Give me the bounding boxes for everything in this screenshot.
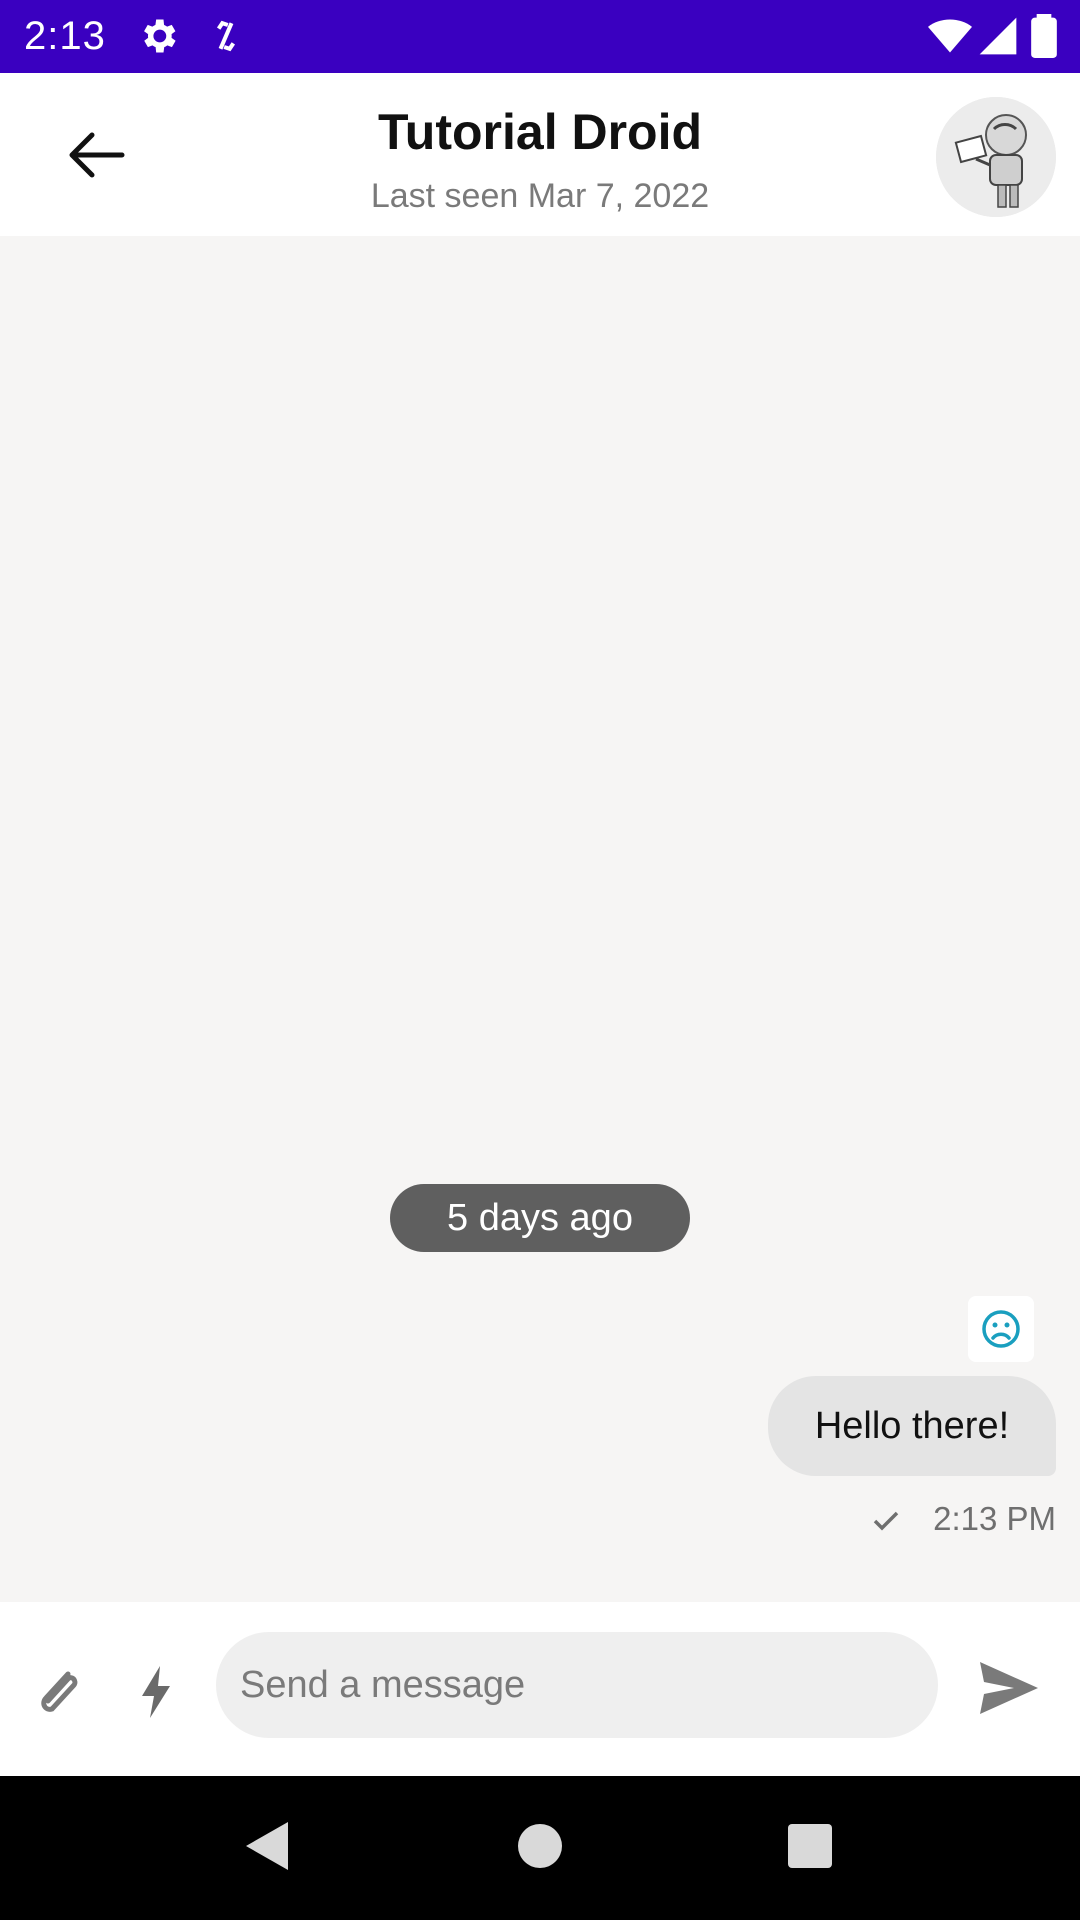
paperclip-icon [41, 1671, 78, 1712]
check-icon [873, 1511, 899, 1531]
status-time: 2:13 [24, 14, 106, 58]
recents-square-icon [788, 1824, 832, 1868]
back-triangle-icon [246, 1822, 288, 1870]
status-bar: 2:13 [0, 0, 1080, 73]
settings-icon [144, 19, 176, 53]
chat-header: Tutorial Droid Last seen Mar 7, 2022 [0, 73, 1080, 236]
sad-face-icon [982, 1310, 1020, 1348]
last-seen-text: Last seen Mar 7, 2022 [370, 177, 710, 215]
sync-icon [216, 20, 236, 52]
message-meta: 2:13 PM [870, 1498, 1056, 1542]
wifi-icon [928, 19, 972, 53]
system-nav-bar [0, 1776, 1080, 1920]
avatar[interactable] [936, 97, 1056, 217]
lightning-icon [142, 1666, 170, 1718]
home-circle-icon [518, 1824, 562, 1868]
robot-avatar-icon [936, 97, 1056, 217]
message-bubble[interactable]: Hello there! [768, 1376, 1056, 1476]
nav-home-button[interactable] [510, 1816, 570, 1876]
message-input[interactable] [240, 1632, 920, 1738]
battery-icon [1031, 14, 1057, 58]
attach-button[interactable] [30, 1662, 90, 1722]
nav-back-button[interactable] [238, 1816, 298, 1876]
send-icon [980, 1662, 1038, 1714]
signal-icon [979, 17, 1017, 55]
commands-button[interactable] [136, 1664, 176, 1720]
message-input-container [216, 1632, 938, 1738]
message-list[interactable]: 5 days ago Hello there! 2:13 PM [0, 236, 1080, 1602]
nav-recents-button[interactable] [780, 1816, 840, 1876]
message-reaction[interactable] [968, 1296, 1034, 1362]
message-composer [0, 1602, 1080, 1776]
chat-title: Tutorial Droid [377, 104, 703, 160]
send-button[interactable] [976, 1658, 1042, 1718]
message-time: 2:13 PM [933, 1500, 1056, 1537]
date-separator: 5 days ago [390, 1184, 690, 1252]
